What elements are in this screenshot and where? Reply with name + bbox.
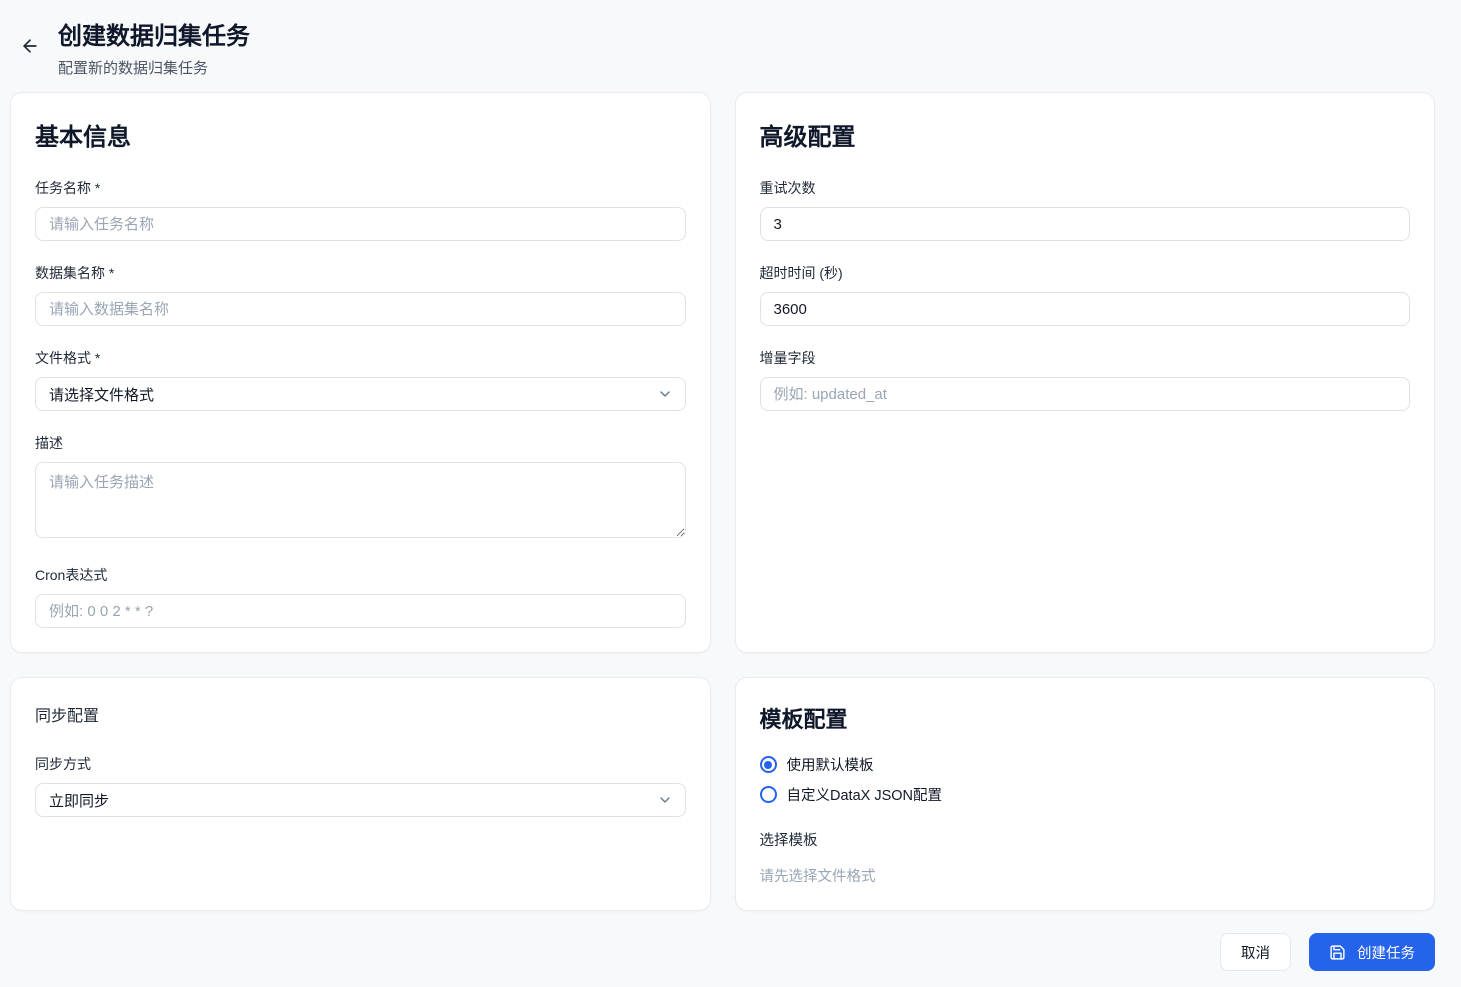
task-name-input[interactable]	[35, 207, 686, 241]
back-button[interactable]	[14, 30, 46, 62]
select-template-label: 选择模板	[760, 829, 1411, 850]
chevron-down-icon	[657, 792, 673, 808]
create-task-button[interactable]: 创建任务	[1309, 933, 1435, 971]
incremental-field: 增量字段	[760, 348, 1411, 411]
sync-method-label: 同步方式	[35, 754, 686, 774]
advanced-config-card: 高级配置 重试次数 超时时间 (秒) 增量字段	[735, 92, 1436, 653]
file-format-selected-value: 请选择文件格式	[49, 384, 154, 405]
file-format-field: 文件格式 * 请选择文件格式	[35, 348, 686, 411]
form-grid-row-1: 基本信息 任务名称 * 数据集名称 * 文件格式 * 请选择文件格式 描述 Cr…	[10, 92, 1435, 653]
footer-actions: 取消 创建任务	[0, 933, 1435, 971]
cancel-button[interactable]: 取消	[1220, 933, 1291, 971]
task-name-label: 任务名称 *	[35, 178, 686, 198]
task-name-field: 任务名称 *	[35, 178, 686, 241]
sync-method-select[interactable]: 立即同步	[35, 783, 686, 817]
retry-count-label: 重试次数	[760, 178, 1411, 198]
radio-custom-datax-json[interactable]: 自定义DataX JSON配置	[760, 784, 1411, 805]
description-textarea[interactable]	[35, 462, 686, 538]
dataset-name-field: 数据集名称 *	[35, 263, 686, 326]
page-subtitle: 配置新的数据归集任务	[58, 57, 250, 78]
retry-count-input[interactable]	[760, 207, 1411, 241]
timeout-input[interactable]	[760, 292, 1411, 326]
timeout-label: 超时时间 (秒)	[760, 263, 1411, 283]
save-icon	[1329, 944, 1346, 961]
file-format-label: 文件格式 *	[35, 348, 686, 368]
advanced-config-title: 高级配置	[760, 117, 1411, 152]
dataset-name-label: 数据集名称 *	[35, 263, 686, 283]
template-config-title: 模板配置	[760, 702, 1411, 734]
cron-input[interactable]	[35, 594, 686, 628]
sync-method-selected-value: 立即同步	[49, 790, 109, 811]
radio-default-template[interactable]: 使用默认模板	[760, 754, 1411, 775]
incremental-input[interactable]	[760, 377, 1411, 411]
basic-info-title: 基本信息	[35, 117, 686, 152]
incremental-label: 增量字段	[760, 348, 1411, 368]
sync-config-card: 同步配置 同步方式 立即同步	[10, 677, 711, 911]
cron-label: Cron表达式	[35, 565, 686, 585]
description-field: 描述	[35, 433, 686, 543]
radio-checked-icon	[760, 756, 777, 773]
cron-field: Cron表达式	[35, 565, 686, 628]
radio-custom-datax-json-label: 自定义DataX JSON配置	[787, 784, 943, 805]
chevron-down-icon	[657, 386, 673, 402]
description-label: 描述	[35, 433, 686, 453]
basic-info-card: 基本信息 任务名称 * 数据集名称 * 文件格式 * 请选择文件格式 描述 Cr…	[10, 92, 711, 653]
radio-default-template-label: 使用默认模板	[787, 754, 874, 775]
arrow-left-icon	[20, 36, 40, 56]
sync-method-field: 同步方式 立即同步	[35, 754, 686, 817]
page-title: 创建数据归集任务	[58, 22, 250, 52]
page-header: 创建数据归集任务 配置新的数据归集任务	[0, 0, 1461, 92]
timeout-field: 超时时间 (秒)	[760, 263, 1411, 326]
select-template-hint: 请先选择文件格式	[760, 865, 1411, 886]
file-format-select[interactable]: 请选择文件格式	[35, 377, 686, 411]
sync-config-title: 同步配置	[35, 702, 686, 726]
radio-unchecked-icon	[760, 786, 777, 803]
header-text: 创建数据归集任务 配置新的数据归集任务	[58, 22, 250, 78]
form-grid-row-2: 同步配置 同步方式 立即同步 模板配置 使用默认模板 自定义DataX JSON…	[10, 677, 1435, 911]
retry-count-field: 重试次数	[760, 178, 1411, 241]
dataset-name-input[interactable]	[35, 292, 686, 326]
template-config-card: 模板配置 使用默认模板 自定义DataX JSON配置 选择模板 请先选择文件格…	[735, 677, 1436, 911]
create-task-button-label: 创建任务	[1357, 942, 1415, 963]
